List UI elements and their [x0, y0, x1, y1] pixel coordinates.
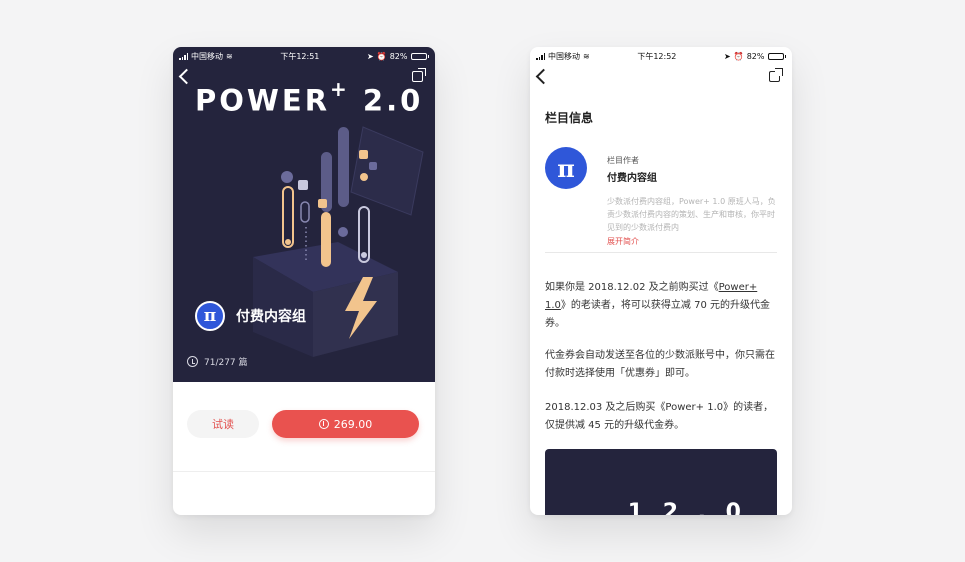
alarm-icon: ⏰	[733, 51, 744, 61]
clock-icon	[187, 356, 198, 367]
location-icon: ➤	[724, 51, 731, 61]
author-info: π 栏目作者 付费内容组 少数派付费内容组，Power+ 1.0 原班人马，负责…	[545, 147, 777, 253]
detail-screen: 中国移动 ≋ 下午12:51 ➤ ⏰ 82% POWER+ 2.0 π 付费内容…	[173, 47, 435, 515]
battery-icon	[767, 52, 786, 60]
section-title: 栏目信息	[545, 111, 594, 125]
buy-button[interactable]: 269.00	[272, 410, 419, 438]
author-name: 付费内容组	[236, 309, 306, 325]
status-bar: 中国移动 ≋ 下午12:52 ➤ ⏰ 82%	[530, 47, 792, 65]
status-time: 下午12:52	[637, 51, 677, 61]
location-icon: ➤	[367, 51, 374, 61]
cover-title: POWER+ 2.0	[195, 77, 424, 118]
wifi-icon: ≋	[226, 51, 233, 61]
status-time: 下午12:51	[280, 51, 320, 61]
paragraph-3: 2018.12.03 及之后购买《Power+ 1.0》的读者，仅提供减 45 …	[545, 402, 774, 431]
article-count: 71/277 篇	[187, 355, 248, 368]
author-label: 栏目作者	[607, 156, 639, 165]
pi-logo-icon: π	[545, 147, 587, 189]
action-bar: 试读 269.00	[173, 382, 435, 472]
carrier-label: 中国移动	[548, 51, 580, 61]
battery-icon	[410, 52, 429, 60]
paragraph-1: 如果你是 2018.12.02 及之前购买过《Power+ 1.0》的老读者，将…	[545, 282, 770, 329]
share-icon[interactable]	[769, 68, 783, 82]
article-image: 1 2 . 0	[545, 449, 777, 515]
price-label: 269.00	[333, 417, 373, 431]
signal-icon	[179, 52, 188, 60]
back-icon[interactable]	[178, 68, 195, 85]
expand-intro-link[interactable]: 展开简介	[607, 236, 639, 247]
battery-percent: 82%	[389, 51, 408, 61]
author-description: 少数派付费内容组，Power+ 1.0 原班人马，负责少数派付费内容的策划、生产…	[607, 197, 776, 232]
carrier-label: 中国移动	[191, 51, 223, 61]
author-row[interactable]: π 付费内容组	[195, 301, 306, 331]
author-name: 付费内容组	[607, 173, 657, 184]
wifi-icon: ≋	[583, 51, 590, 61]
coin-icon	[318, 419, 329, 429]
status-bar: 中国移动 ≋ 下午12:51 ➤ ⏰ 82%	[173, 47, 435, 65]
back-icon[interactable]	[535, 68, 552, 85]
cover-hero: 中国移动 ≋ 下午12:51 ➤ ⏰ 82% POWER+ 2.0 π 付费内容…	[173, 47, 435, 382]
pi-logo-icon: π	[195, 301, 225, 331]
paragraph-2: 代金券会自动发送至各位的少数派账号中，你只需在付款时选择使用「优惠券」即可。	[545, 350, 775, 379]
alarm-icon: ⏰	[376, 51, 387, 61]
battery-percent: 82%	[746, 51, 765, 61]
trial-button[interactable]: 试读	[187, 410, 259, 438]
signal-icon	[536, 52, 545, 60]
column-info-screen: 中国移动 ≋ 下午12:52 ➤ ⏰ 82% 栏目信息 π 栏目作者 付费内容组…	[530, 47, 792, 515]
